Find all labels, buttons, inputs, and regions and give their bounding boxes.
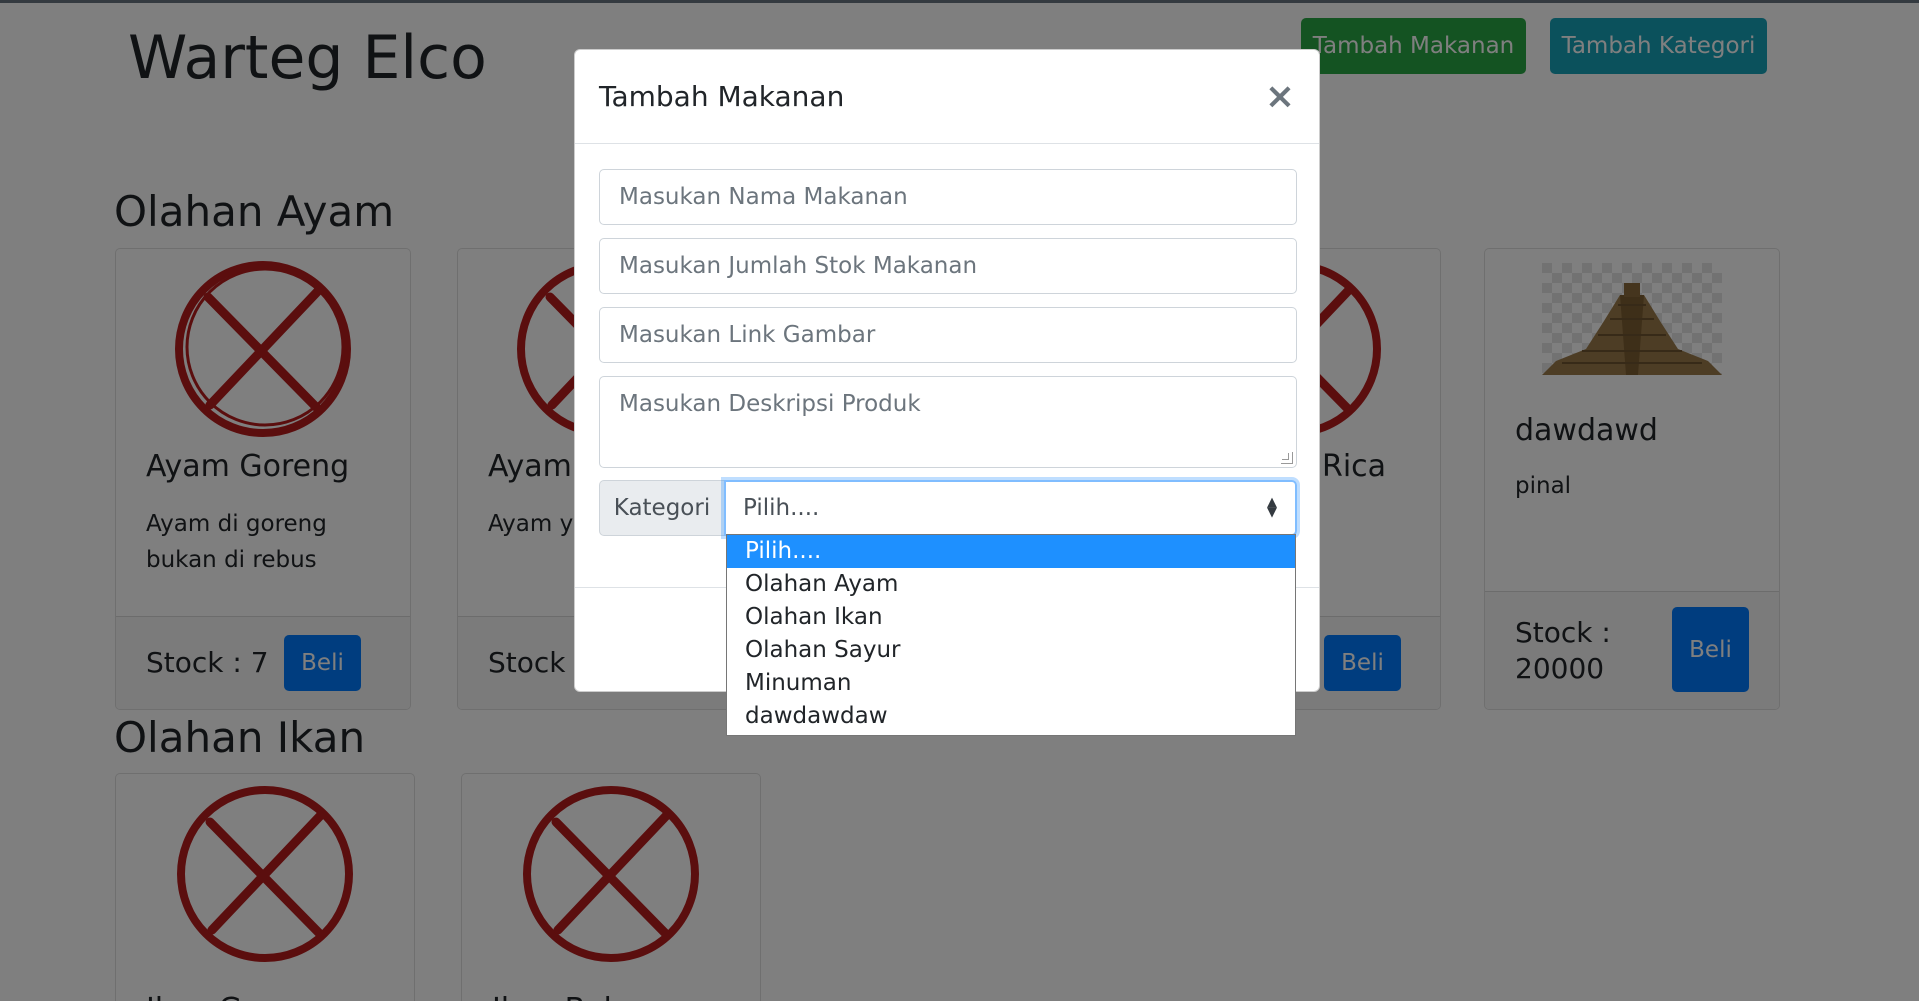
resize-handle-icon[interactable] xyxy=(1281,452,1293,464)
category-dropdown-list: Pilih.... Olahan Ayam Olahan Ikan Olahan… xyxy=(726,534,1296,736)
close-icon[interactable]: × xyxy=(1265,78,1295,115)
dropdown-option[interactable]: dawdawdaw xyxy=(727,700,1295,733)
category-select-group: Kategori Pilih.... ▲ ▼ xyxy=(599,480,1297,536)
dropdown-option[interactable]: Olahan Sayur xyxy=(727,634,1295,667)
food-name-input[interactable]: Masukan Nama Makanan xyxy=(599,169,1297,225)
select-arrows-icon: ▲ ▼ xyxy=(1267,495,1277,520)
description-textarea[interactable]: Masukan Deskripsi Produk xyxy=(599,376,1297,468)
category-label: Kategori xyxy=(599,480,724,536)
category-selected-value: Pilih.... xyxy=(743,495,820,521)
modal-header: Tambah Makanan × xyxy=(575,50,1319,144)
dropdown-option[interactable]: Minuman xyxy=(727,667,1295,700)
description-placeholder: Masukan Deskripsi Produk xyxy=(619,391,921,417)
category-select[interactable]: Pilih.... ▲ ▼ xyxy=(724,480,1297,536)
image-link-input[interactable]: Masukan Link Gambar xyxy=(599,307,1297,363)
dropdown-option[interactable]: Pilih.... xyxy=(727,535,1295,568)
dropdown-option[interactable]: Olahan Ayam xyxy=(727,568,1295,601)
food-stock-input[interactable]: Masukan Jumlah Stok Makanan xyxy=(599,238,1297,294)
dropdown-option[interactable]: Olahan Ikan xyxy=(727,601,1295,634)
modal-title: Tambah Makanan xyxy=(599,80,845,113)
